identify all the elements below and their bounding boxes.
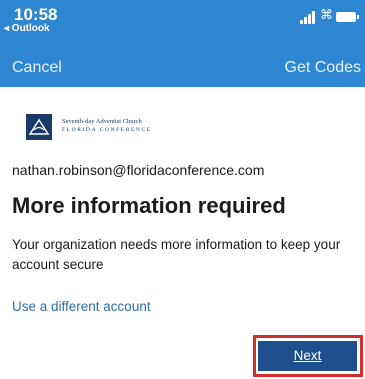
get-codes-button[interactable]: Get Codes — [285, 59, 361, 77]
description-text: Your organization needs more information… — [12, 237, 341, 272]
organization-logo: Seventh-day Adventist Church FLORIDA CON… — [26, 114, 176, 140]
back-to-app-link[interactable]: ◂ Outlook — [4, 23, 50, 34]
cancel-button[interactable]: Cancel — [12, 59, 62, 77]
wifi-icon: ⌘ — [320, 7, 333, 22]
church-logo-icon — [26, 114, 52, 140]
status-time: 10:58 — [14, 5, 58, 24]
use-different-account-link[interactable]: Use a different account — [12, 299, 151, 314]
battery-icon — [336, 12, 359, 22]
logo-text-line1: Seventh-day Adventist Church — [62, 118, 142, 125]
account-email: nathan.robinson@floridaconference.com — [12, 162, 265, 178]
page-title: More information required — [12, 193, 286, 218]
top-bar: 10:58 ◂ Outlook ⌘ Cancel Get Codes — [0, 0, 365, 87]
status-indicators: ⌘ — [300, 7, 360, 24]
logo-text-line2: FLORIDA CONFERENCE — [62, 127, 152, 133]
next-button[interactable]: Next — [258, 341, 357, 371]
